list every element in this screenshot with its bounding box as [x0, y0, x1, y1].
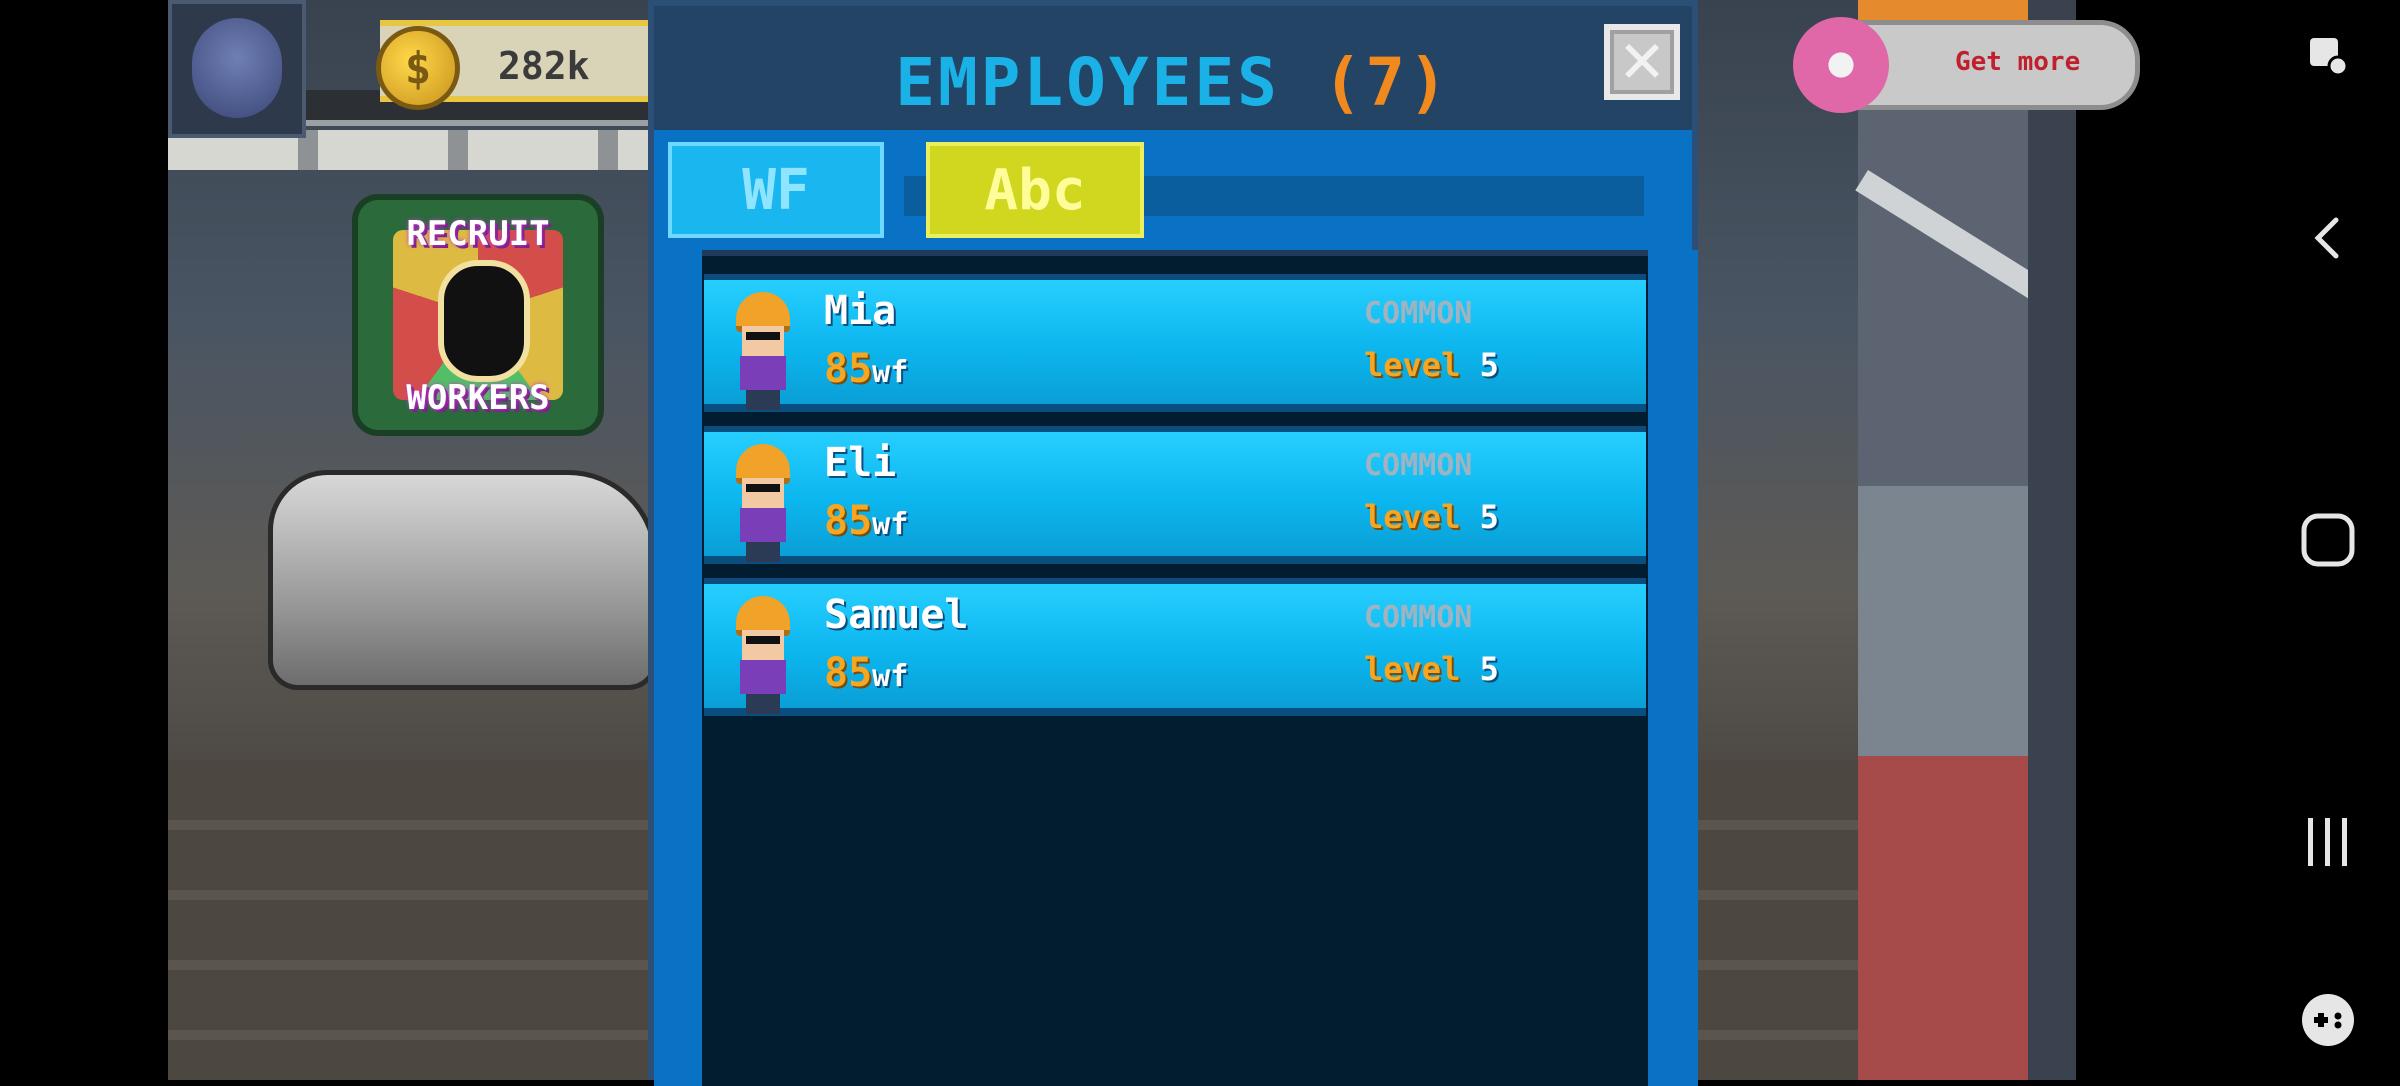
list-frame-left: [654, 250, 702, 1086]
worker-avatar-icon: [730, 596, 796, 714]
employee-wf: 85wf: [824, 650, 908, 696]
employee-level: level 5: [1364, 650, 1499, 688]
employee-count: (7): [1322, 44, 1451, 121]
level-label: level: [1364, 498, 1461, 536]
wf-unit: wf: [872, 659, 909, 694]
recruit-label-top: RECRUIT: [406, 214, 550, 254]
wf-value: 85: [824, 650, 873, 696]
employee-wf: 85wf: [824, 498, 908, 544]
list-frame-right: [1648, 250, 1698, 1086]
recruit-workers-button[interactable]: RECRUIT WORKERS: [358, 200, 598, 430]
employee-name: Eli: [824, 440, 897, 486]
game-launcher-icon[interactable]: [2300, 992, 2356, 1048]
level-label: level: [1364, 650, 1461, 688]
dialog-header: EMPLOYEES (7) ✕: [654, 6, 1692, 130]
level-label: level: [1364, 346, 1461, 384]
level-value: 5: [1479, 650, 1499, 688]
coin-balance: 282k: [498, 44, 590, 88]
employee-name: Samuel: [824, 592, 969, 638]
worker-avatar-icon: [730, 444, 796, 562]
employee-level: level 5: [1364, 346, 1499, 384]
wf-value: 85: [824, 346, 873, 392]
employee-name: Mia: [824, 288, 897, 334]
level-value: 5: [1479, 346, 1499, 384]
home-icon[interactable]: [2300, 512, 2356, 568]
close-button[interactable]: ✕: [1604, 24, 1680, 100]
get-more-donuts-button[interactable]: Get more: [1793, 17, 2140, 113]
wf-value: 85: [824, 498, 873, 544]
employee-rarity: COMMON: [1364, 296, 1473, 331]
dialog-title: EMPLOYEES (7): [654, 44, 1692, 121]
wf-unit: wf: [872, 355, 909, 390]
employees-dialog: EMPLOYEES (7) ✕ WF Abc Mia 85wf COMMON l…: [648, 0, 1698, 1086]
employee-rarity: COMMON: [1364, 600, 1473, 635]
sort-tabs-bar: WF Abc: [654, 130, 1692, 250]
level-value: 5: [1479, 498, 1499, 536]
tab-sort-wf[interactable]: WF: [668, 142, 884, 238]
back-icon[interactable]: [2300, 210, 2356, 266]
title-text: EMPLOYEES: [895, 44, 1280, 121]
employee-row[interactable]: Mia 85wf COMMON level 5: [704, 274, 1646, 412]
employee-row[interactable]: Samuel 85wf COMMON level 5: [704, 578, 1646, 716]
player-avatar[interactable]: [168, 0, 306, 138]
employee-row[interactable]: Eli 85wf COMMON level 5: [704, 426, 1646, 564]
employee-level: level 5: [1364, 498, 1499, 536]
close-icon: ✕: [1617, 28, 1667, 96]
donut-icon: [1793, 17, 1889, 113]
employee-rarity: COMMON: [1364, 448, 1473, 483]
wall-pillar: [2028, 0, 2076, 1080]
employee-wf: 85wf: [824, 346, 908, 392]
recruit-label-bottom: WORKERS: [406, 378, 550, 418]
recents-icon[interactable]: [2300, 814, 2356, 870]
worker-avatar-icon: [730, 292, 796, 410]
wf-unit: wf: [872, 507, 909, 542]
screenshot-icon[interactable]: [2300, 28, 2356, 84]
get-more-label: Get more: [1955, 47, 2081, 77]
tab-sort-abc[interactable]: Abc: [926, 142, 1144, 238]
worker-silhouette-icon: [438, 260, 530, 382]
coin-icon: $: [376, 26, 460, 110]
car-body: [268, 470, 658, 690]
